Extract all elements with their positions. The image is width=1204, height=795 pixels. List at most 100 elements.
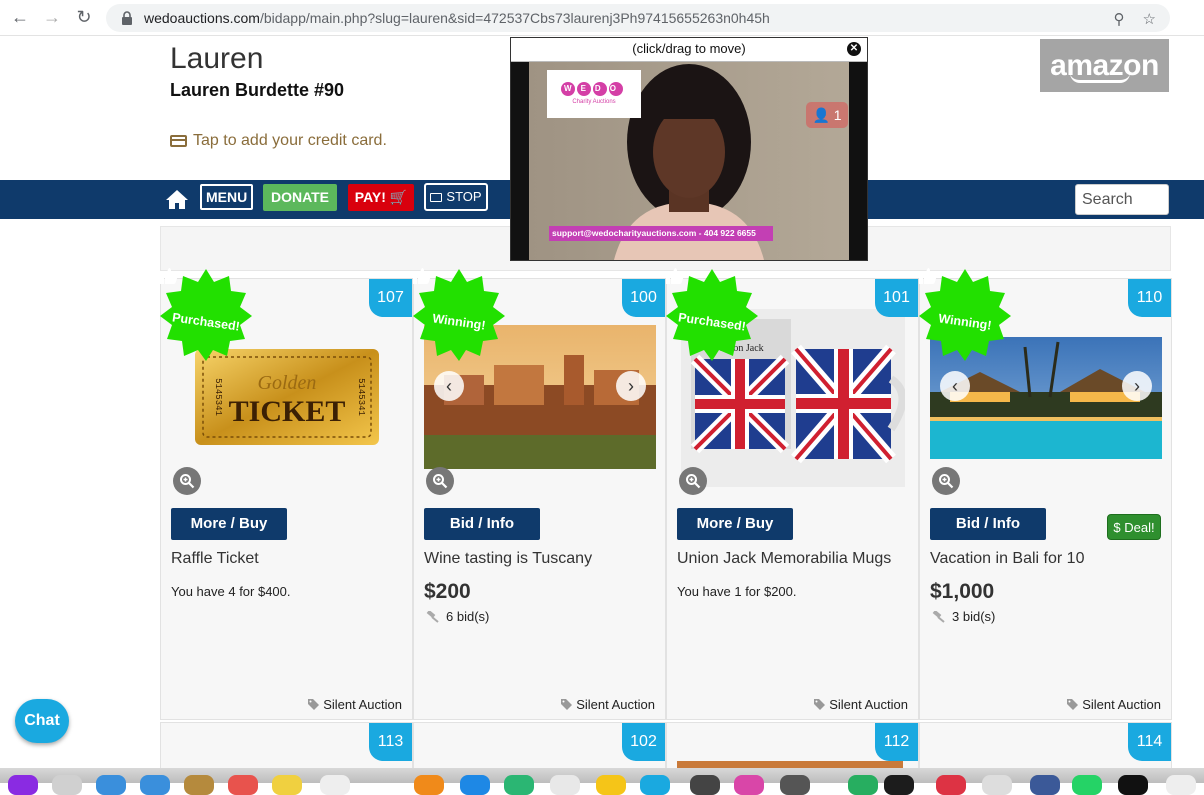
credit-card-link-label: Tap to add your credit card. — [193, 132, 387, 149]
thumbs-up-icon — [160, 268, 178, 284]
item-card[interactable]: Golden TICKET 5145341 5145341 107 Purcha… — [160, 268, 413, 720]
item-number: 107 — [369, 279, 412, 317]
dock-app-icon[interactable] — [320, 775, 350, 795]
dock-app-icon[interactable] — [96, 775, 126, 795]
forward-icon[interactable]: → — [36, 0, 68, 36]
key-icon[interactable]: ⚲ — [1114, 10, 1125, 28]
item-card[interactable]: ‹ › 100 Winning! Bid / Info Wine tasting… — [413, 268, 666, 720]
tag-icon — [1067, 699, 1079, 710]
ticket-serial-right: 5145341 — [356, 378, 366, 416]
lock-icon — [122, 11, 132, 25]
purchased-badge: Purchased! — [665, 267, 759, 361]
dock-app-icon[interactable] — [640, 775, 670, 795]
gavel-icon — [932, 610, 945, 623]
auction-type-label: Silent Auction — [1082, 697, 1161, 712]
dock-app-icon[interactable] — [1072, 775, 1102, 795]
back-icon[interactable]: ← — [4, 0, 36, 36]
amazon-sponsor-logo[interactable]: amazon — [1040, 39, 1169, 92]
dock-app-icon[interactable] — [848, 775, 878, 795]
prev-arrow-icon[interactable]: ‹ — [940, 371, 970, 401]
dock-app-icon[interactable] — [1118, 775, 1148, 795]
dock-app-icon[interactable] — [936, 775, 966, 795]
item-number: 101 — [875, 279, 918, 317]
ticket-word-ticket: TICKET — [229, 395, 346, 428]
next-arrow-icon[interactable]: › — [1122, 371, 1152, 401]
dock-app-icon[interactable] — [884, 775, 914, 795]
dock-app-icon[interactable] — [272, 775, 302, 795]
bid-info-button[interactable]: Bid / Info — [424, 508, 540, 540]
item-number: 102 — [622, 723, 665, 761]
more-buy-button[interactable]: More / Buy — [677, 508, 793, 540]
dock-app-icon[interactable] — [1166, 775, 1196, 795]
item-number: 113 — [369, 723, 412, 761]
dock-app-icon[interactable] — [982, 775, 1012, 795]
more-buy-button[interactable]: More / Buy — [171, 508, 287, 540]
video-drag-handle[interactable]: (click/drag to move) ✕ — [511, 38, 867, 62]
dock-app-icon[interactable] — [140, 775, 170, 795]
zoom-icon[interactable] — [932, 467, 960, 495]
item-number: 114 — [1128, 723, 1171, 761]
next-arrow-icon[interactable]: › — [616, 371, 646, 401]
bookmark-star-icon[interactable]: ☆ — [1143, 10, 1156, 28]
wedo-logo-subtitle: Charity Auctions — [572, 99, 616, 105]
purchased-badge: Purchased! — [159, 267, 253, 361]
auction-type: Silent Auction — [308, 697, 402, 712]
gavel-icon — [426, 610, 439, 623]
tag-icon — [814, 699, 826, 710]
add-credit-card-link[interactable]: Tap to add your credit card. — [170, 132, 387, 150]
item-number: 100 — [622, 279, 665, 317]
item-title: Raffle Ticket — [171, 550, 259, 567]
dock-app-icon[interactable] — [780, 775, 810, 795]
dollar-icon: $ — [1113, 520, 1121, 535]
bid-count-label: 6 bid(s) — [446, 609, 490, 624]
item-price: $1,000 — [930, 580, 995, 603]
search-input[interactable] — [1075, 184, 1169, 215]
bid-info-button[interactable]: Bid / Info — [930, 508, 1046, 540]
tag-icon — [308, 699, 320, 710]
close-icon[interactable]: ✕ — [847, 42, 861, 56]
zoom-icon[interactable] — [679, 467, 707, 495]
dock-app-icon[interactable] — [8, 775, 38, 795]
dock-app-icon[interactable] — [52, 775, 82, 795]
ticket-serial-left: 5145341 — [213, 378, 223, 416]
dock-app-icon[interactable] — [734, 775, 764, 795]
reload-icon[interactable]: ↻ — [68, 0, 100, 36]
pay-button-label: PAY! — [354, 189, 386, 205]
amazon-smile-icon — [1069, 73, 1130, 83]
cart-icon: 🛒 — [389, 189, 408, 205]
zoom-icon[interactable] — [426, 467, 454, 495]
dock-app-icon[interactable] — [550, 775, 580, 795]
live-video-popup[interactable]: (click/drag to move) ✕ WEDO Charity Auct… — [510, 37, 868, 261]
dock-app-icon[interactable] — [184, 775, 214, 795]
item-card[interactable]: Union Jack 101 Purchased! More / Buy Uni… — [666, 268, 919, 720]
chat-button[interactable]: Chat — [15, 699, 69, 743]
dock-app-icon[interactable] — [690, 775, 720, 795]
dock-app-icon[interactable] — [504, 775, 534, 795]
dock-app-icon[interactable] — [460, 775, 490, 795]
pay-button[interactable]: PAY! 🛒 — [348, 184, 414, 211]
item-number: 110 — [1128, 279, 1171, 317]
donate-button[interactable]: DONATE — [263, 184, 337, 211]
zoom-icon[interactable] — [173, 467, 201, 495]
dock-app-icon[interactable] — [596, 775, 626, 795]
dock-app-icon[interactable] — [414, 775, 444, 795]
item-card[interactable]: ‹ › 110 Winning! Bid / Info $ Deal! Vaca… — [919, 268, 1172, 720]
stop-button-label: STOP — [446, 189, 482, 204]
thumbs-up-icon — [413, 268, 431, 284]
stop-button[interactable]: STOP — [424, 183, 488, 211]
thumbs-up-icon — [666, 268, 684, 284]
browser-toolbar: ← → ↻ wedoauctions.com/bidapp/main.php?s… — [0, 0, 1204, 36]
deal-badge[interactable]: $ Deal! — [1107, 514, 1161, 540]
menu-button[interactable]: MENU — [200, 184, 254, 210]
item-price: $200 — [424, 580, 471, 603]
auction-type: Silent Auction — [1067, 697, 1161, 712]
dock-app-icon[interactable] — [228, 775, 258, 795]
auction-type: Silent Auction — [561, 697, 655, 712]
dock-app-icon[interactable] — [1030, 775, 1060, 795]
home-icon[interactable] — [165, 188, 189, 210]
wedo-logo-text: WEDO — [564, 84, 625, 93]
prev-arrow-icon[interactable]: ‹ — [434, 371, 464, 401]
viewer-count: 👤 1 — [806, 102, 848, 128]
address-bar[interactable]: wedoauctions.com/bidapp/main.php?slug=la… — [106, 4, 1170, 32]
bid-count: 3 bid(s) — [932, 609, 995, 624]
